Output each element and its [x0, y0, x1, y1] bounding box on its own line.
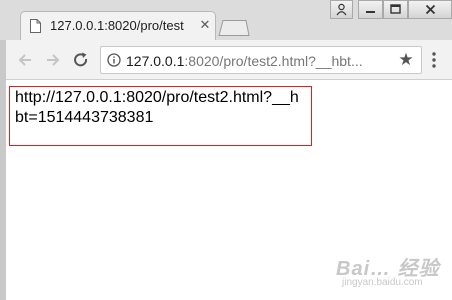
- maximize-icon: [390, 4, 401, 14]
- reload-icon[interactable]: [72, 51, 90, 69]
- star-icon[interactable]: ★: [397, 51, 415, 69]
- url-path: :8020/pro/test2.html?__hbt...: [184, 53, 363, 69]
- page-text-box: http://127.0.0.1:8020/pro/test2.html?__h…: [9, 86, 312, 146]
- close-window-button[interactable]: [408, 0, 452, 19]
- profile-button[interactable]: [330, 0, 353, 19]
- document-icon: [30, 19, 41, 33]
- close-icon: [425, 4, 435, 15]
- watermark: Bai… 经验 jingyan.baidu.com: [330, 250, 448, 294]
- menu-icon[interactable]: [432, 52, 436, 68]
- minimize-button[interactable]: [358, 0, 383, 19]
- new-tab-button[interactable]: [218, 20, 250, 36]
- browser-toolbar: 127.0.0.1:8020/pro/test2.html?__hbt... ★: [6, 40, 452, 80]
- title-bar: 127.0.0.1:8020/pro/test ✕: [0, 0, 452, 40]
- browser-tab[interactable]: 127.0.0.1:8020/pro/test ✕: [20, 11, 216, 40]
- watermark-url: jingyan.baidu.com: [342, 277, 423, 288]
- url-host: 127.0.0.1: [126, 53, 185, 69]
- user-icon: [336, 3, 347, 16]
- back-icon[interactable]: [16, 51, 34, 69]
- url-text[interactable]: 127.0.0.1:8020/pro/test2.html?__hbt...: [126, 53, 384, 69]
- close-tab-icon[interactable]: ✕: [197, 17, 213, 33]
- maximize-button[interactable]: [383, 0, 408, 19]
- minimize-icon: [366, 11, 375, 13]
- address-bar[interactable]: 127.0.0.1:8020/pro/test2.html?__hbt... ★: [100, 46, 422, 74]
- info-icon[interactable]: [107, 53, 121, 67]
- forward-icon[interactable]: [44, 51, 62, 69]
- tab-title: 127.0.0.1:8020/pro/test: [50, 18, 184, 33]
